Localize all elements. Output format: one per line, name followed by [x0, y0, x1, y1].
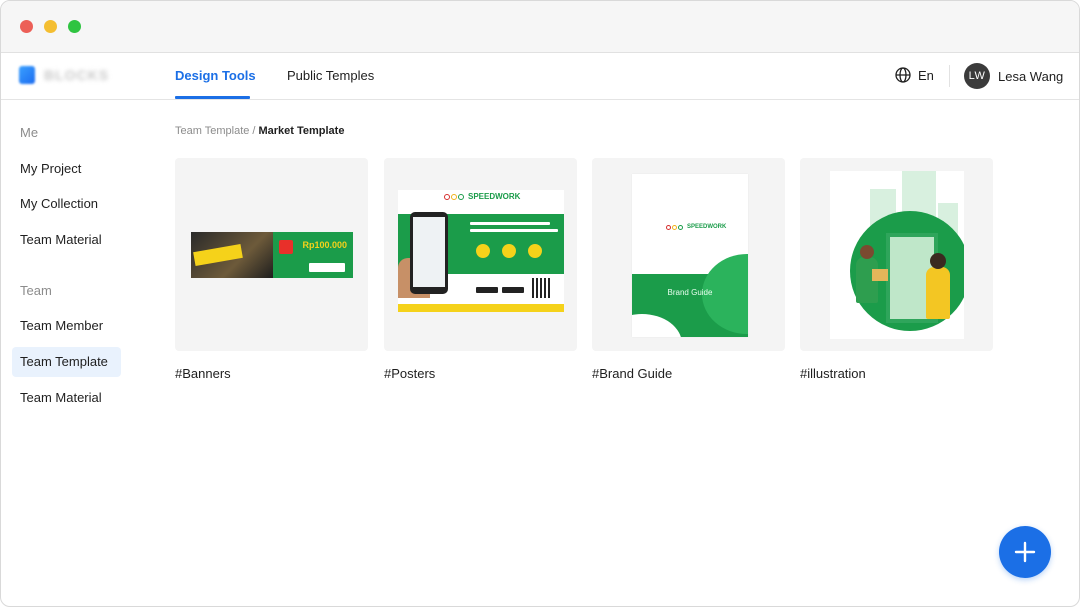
template-card-posters[interactable]: SPEEDWORK #Posters — [384, 158, 577, 381]
active-tab-indicator — [175, 96, 250, 99]
app-logo[interactable]: BLOCKS — [19, 66, 109, 84]
nav-divider — [949, 65, 950, 87]
customer-illustration — [926, 267, 950, 319]
poster-text-line — [470, 222, 550, 225]
template-card-banners[interactable]: Rp100.000 #Banners — [175, 158, 368, 381]
qr-code-icon — [532, 278, 552, 298]
poster-logo: SPEEDWORK — [444, 193, 520, 201]
banner-tag — [193, 243, 243, 267]
banner-green-panel: Rp100.000 — [273, 232, 353, 278]
logo-mark-icon — [19, 66, 35, 84]
brand-guide-preview-image: SPEEDWORK Brand Guide — [632, 174, 748, 337]
phone-screen — [413, 217, 445, 287]
language-label: En — [918, 67, 934, 83]
sidebar-section-me: Me — [20, 125, 39, 140]
banner-price: Rp100.000 — [302, 240, 347, 250]
card-thumbnail: SPEEDWORK — [384, 158, 577, 351]
sidebar-section-team: Team — [20, 283, 52, 298]
avatar: LW — [964, 63, 990, 89]
language-switcher[interactable]: En — [895, 67, 934, 83]
breadcrumb: Team Template / Market Template — [175, 125, 344, 137]
title-bar — [1, 1, 1079, 53]
customer-head — [930, 253, 946, 269]
sidebar-item-my-project[interactable]: My Project — [12, 154, 121, 184]
sidebar-item-team-member[interactable]: Team Member — [12, 311, 121, 341]
banner-badge — [279, 240, 293, 254]
sidebar-item-team-material-me[interactable]: Team Material — [12, 225, 121, 255]
card-thumbnail: SPEEDWORK Brand Guide — [592, 158, 785, 351]
template-card-illustration[interactable]: #illustration — [800, 158, 993, 381]
feature-icon — [502, 244, 516, 258]
feature-icon — [476, 244, 490, 258]
tab-design-tools[interactable]: Design Tools — [175, 68, 256, 83]
maximize-window-button[interactable] — [68, 20, 81, 33]
card-label: #Banners — [175, 366, 231, 381]
card-thumbnail — [800, 158, 993, 351]
banner-strip — [309, 263, 345, 272]
user-name: Lesa Wang — [998, 68, 1064, 84]
parcel-illustration — [872, 269, 888, 281]
logo-wordmark: BLOCKS — [44, 67, 110, 83]
breadcrumb-separator: / — [252, 125, 256, 137]
add-template-button[interactable] — [999, 526, 1051, 578]
feature-icon — [528, 244, 542, 258]
poster-preview-image: SPEEDWORK — [398, 190, 564, 312]
illustration-preview-image — [830, 171, 964, 339]
banner-preview-image: Rp100.000 — [191, 232, 353, 278]
app-window: BLOCKS Design Tools Public Temples En LW… — [0, 0, 1080, 607]
play-store-badge-icon — [476, 287, 498, 293]
brand-logo: SPEEDWORK — [666, 224, 726, 230]
card-label: #illustration — [800, 366, 866, 381]
card-label: #Posters — [384, 366, 436, 381]
tab-public-temples[interactable]: Public Temples — [287, 68, 374, 83]
globe-icon — [895, 67, 911, 83]
card-label: #Brand Guide — [592, 366, 673, 381]
app-store-badge-icon — [502, 287, 524, 293]
gear-logo-icon — [666, 224, 684, 230]
template-card-brand-guide[interactable]: SPEEDWORK Brand Guide #Brand Guide — [592, 158, 785, 381]
brand-guide-brand-text: SPEEDWORK — [687, 224, 727, 230]
breadcrumb-parent[interactable]: Team Template — [175, 125, 249, 137]
brand-guide-title: Brand Guide — [667, 288, 713, 297]
sidebar-item-my-collection[interactable]: My Collection — [12, 189, 121, 219]
plus-icon — [1014, 541, 1036, 563]
gear-logo-icon — [444, 194, 465, 200]
top-navbar: BLOCKS Design Tools Public Temples En LW… — [1, 53, 1079, 100]
courier-head — [860, 245, 874, 259]
minimize-window-button[interactable] — [44, 20, 57, 33]
breadcrumb-current: Market Template — [258, 125, 345, 137]
user-menu[interactable]: LW Lesa Wang — [964, 63, 1063, 89]
sidebar-item-team-material[interactable]: Team Material — [12, 383, 121, 413]
close-window-button[interactable] — [20, 20, 33, 33]
poster-brand-text: SPEEDWORK — [468, 192, 521, 201]
card-thumbnail: Rp100.000 — [175, 158, 368, 351]
sidebar: Me My Project My Collection Team Materia… — [1, 100, 141, 606]
poster-text-line — [470, 229, 558, 232]
banner-photo — [191, 232, 273, 278]
sidebar-item-team-template[interactable]: Team Template — [12, 347, 121, 377]
phone-illustration — [410, 212, 448, 294]
poster-yellow-band — [398, 304, 564, 312]
